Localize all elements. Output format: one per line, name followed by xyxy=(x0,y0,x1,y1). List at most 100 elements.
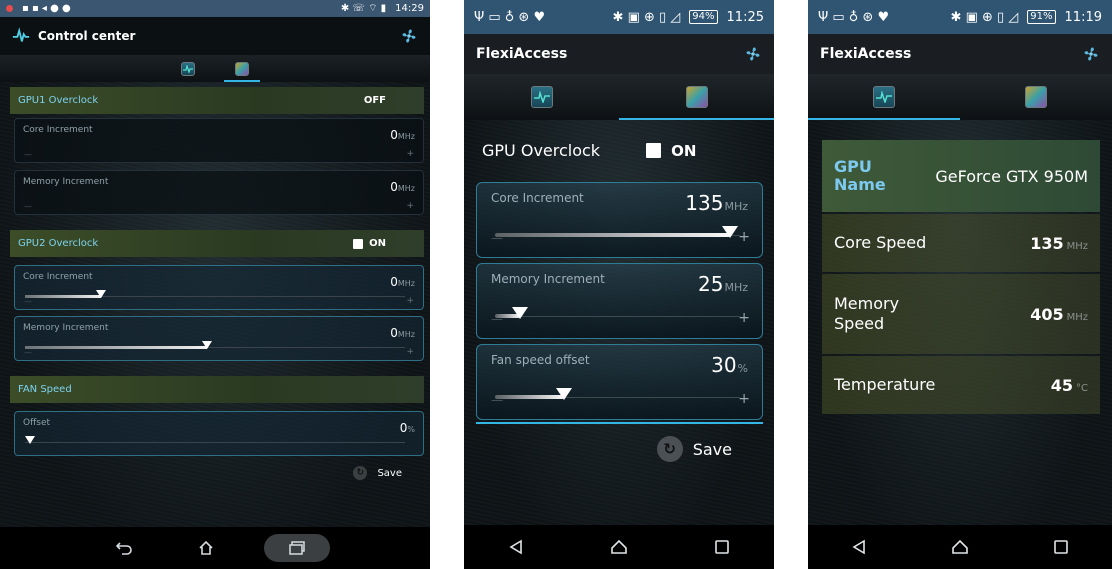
status-time: 14:29 xyxy=(395,3,424,14)
app-title: Control center xyxy=(38,29,136,43)
tab-overclock[interactable] xyxy=(224,55,260,82)
fan-speed-label: FAN Speed xyxy=(18,384,72,395)
home-button[interactable] xyxy=(595,533,643,561)
gpu-tab-icon xyxy=(1025,86,1047,108)
slider-thumb[interactable] xyxy=(511,307,528,319)
gpu1-memory-increment-card: Memory Increment 0MHz — + xyxy=(14,170,424,215)
recents-icon xyxy=(715,540,730,554)
home-button[interactable] xyxy=(182,534,230,562)
core-increment-label: Core Increment xyxy=(491,191,584,205)
gpu2-memory-slider[interactable] xyxy=(25,341,405,349)
gpu-overclock-toggle[interactable]: ON xyxy=(646,142,696,160)
home-icon xyxy=(199,540,213,555)
slider-thumb[interactable] xyxy=(96,290,106,298)
fan-icon[interactable] xyxy=(400,27,418,45)
gpu1-memory-label: Memory Increment xyxy=(23,177,109,187)
increment-button[interactable]: + xyxy=(406,201,414,211)
gpu2-overclock-toggle[interactable]: ON xyxy=(353,238,386,249)
gpu2-core-slider[interactable] xyxy=(25,290,405,298)
back-icon xyxy=(116,542,132,555)
save-label: Save xyxy=(377,467,402,479)
gpu2-overclock-header: GPU2 Overclock ON xyxy=(10,230,424,257)
memory-speed-label-line1: Memory xyxy=(834,294,900,313)
increment-button[interactable]: + xyxy=(738,391,750,407)
status-bar: Ψ ▭ ♁ ⊛ ♥ ✱ ▣ ⊕ ▯ ◿ 94% 11:25 xyxy=(464,0,774,34)
back-button[interactable] xyxy=(100,534,148,562)
memory-speed-unit: MHz xyxy=(1066,311,1088,323)
back-icon xyxy=(852,539,865,555)
gpu1-overclock-header: GPU1 Overclock OFF xyxy=(10,87,424,114)
fan-offset-label: Offset xyxy=(23,418,51,428)
increment-button[interactable]: + xyxy=(406,149,414,159)
gpu1-core-label: Core Increment xyxy=(23,125,93,135)
slider-thumb[interactable] xyxy=(722,226,739,238)
memory-increment-value-wrap: 25MHz xyxy=(698,272,748,296)
gpu1-core-unit: MHz xyxy=(397,132,415,141)
notification-icon xyxy=(6,5,13,12)
fan-speed-offset-slider[interactable] xyxy=(495,388,740,400)
tab-overclock[interactable] xyxy=(619,74,774,120)
core-speed-row: Core Speed 135 MHz xyxy=(822,214,1100,272)
increment-button[interactable]: + xyxy=(738,229,750,245)
back-button[interactable] xyxy=(835,533,883,561)
save-icon: ↻ xyxy=(656,436,683,462)
status-bar: ▪ ▪ ◂ ● ● ✱ ☏ ⌔ ▮ 14:29 xyxy=(0,0,430,17)
gpu1-overclock-toggle[interactable]: OFF xyxy=(348,95,386,106)
recents-button[interactable] xyxy=(264,534,330,562)
core-increment-slider[interactable] xyxy=(495,226,740,238)
recents-icon xyxy=(1054,540,1069,554)
status-time: 11:25 xyxy=(726,9,764,25)
tab-overclock[interactable] xyxy=(960,74,1112,120)
increment-button[interactable]: + xyxy=(738,310,750,326)
fan-offset-card: Offset 0% xyxy=(14,411,424,456)
tab-bar xyxy=(0,55,430,82)
fan-offset-slider[interactable] xyxy=(25,436,405,444)
divider xyxy=(476,422,763,424)
fan-icon[interactable] xyxy=(1082,45,1100,63)
slider-thumb[interactable] xyxy=(202,341,213,349)
gpu1-memory-unit: MHz xyxy=(397,184,415,193)
monitor-tab-icon xyxy=(181,61,195,76)
gpu2-core-value-wrap: 0MHz xyxy=(390,275,415,289)
temperature-unit: °C xyxy=(1076,382,1088,394)
save-button[interactable]: ↻ Save xyxy=(656,436,732,462)
gpu2-core-label: Core Increment xyxy=(23,272,93,282)
recents-button[interactable] xyxy=(1037,533,1085,561)
tab-monitor[interactable] xyxy=(170,55,206,82)
gpu-name-label: GPU Name xyxy=(834,158,886,194)
temperature-row: Temperature 45 °C xyxy=(822,356,1100,414)
core-speed-value-wrap: 135 MHz xyxy=(1030,234,1088,253)
increment-button[interactable]: + xyxy=(406,296,414,306)
increment-button[interactable]: + xyxy=(406,347,414,357)
tab-monitor[interactable] xyxy=(808,74,960,120)
decrement-button[interactable]: — xyxy=(24,297,32,306)
monitor-tab-icon xyxy=(873,86,895,108)
slider-fill xyxy=(25,346,208,349)
tab-monitor[interactable] xyxy=(464,74,619,120)
home-button[interactable] xyxy=(936,533,984,561)
core-increment-unit: MHz xyxy=(724,200,748,213)
fan-speed-offset-unit: % xyxy=(737,362,748,375)
app-bar: FlexiAccess xyxy=(808,34,1112,74)
gpu2-memory-label: Memory Increment xyxy=(23,323,109,333)
memory-increment-slider[interactable] xyxy=(495,307,740,319)
memory-increment-card: Memory Increment 25MHz — + xyxy=(476,263,763,339)
back-button[interactable] xyxy=(492,533,540,561)
decrement-button[interactable]: — xyxy=(24,348,32,357)
decrement-button[interactable]: — xyxy=(491,231,503,245)
decrement-button[interactable]: — xyxy=(491,393,503,407)
slider-thumb[interactable] xyxy=(555,388,572,400)
tab-bar xyxy=(808,74,1112,120)
decrement-button[interactable]: — xyxy=(24,202,32,211)
save-button[interactable]: ↻ Save xyxy=(353,466,402,480)
gpu-overclock-state: ON xyxy=(671,141,697,160)
recents-icon xyxy=(289,541,305,555)
flexiaccess-overclock-screen: Ψ ▭ ♁ ⊛ ♥ ✱ ▣ ⊕ ▯ ◿ 94% 11:25 FlexiAcces… xyxy=(464,0,774,569)
slider-thumb[interactable] xyxy=(25,436,35,444)
decrement-button[interactable]: — xyxy=(24,150,32,159)
decrement-button[interactable]: — xyxy=(491,312,503,326)
status-time: 11:19 xyxy=(1064,9,1102,25)
fan-icon[interactable] xyxy=(744,45,762,63)
gpu2-core-value: 0 xyxy=(390,275,398,289)
recents-button[interactable] xyxy=(698,533,746,561)
